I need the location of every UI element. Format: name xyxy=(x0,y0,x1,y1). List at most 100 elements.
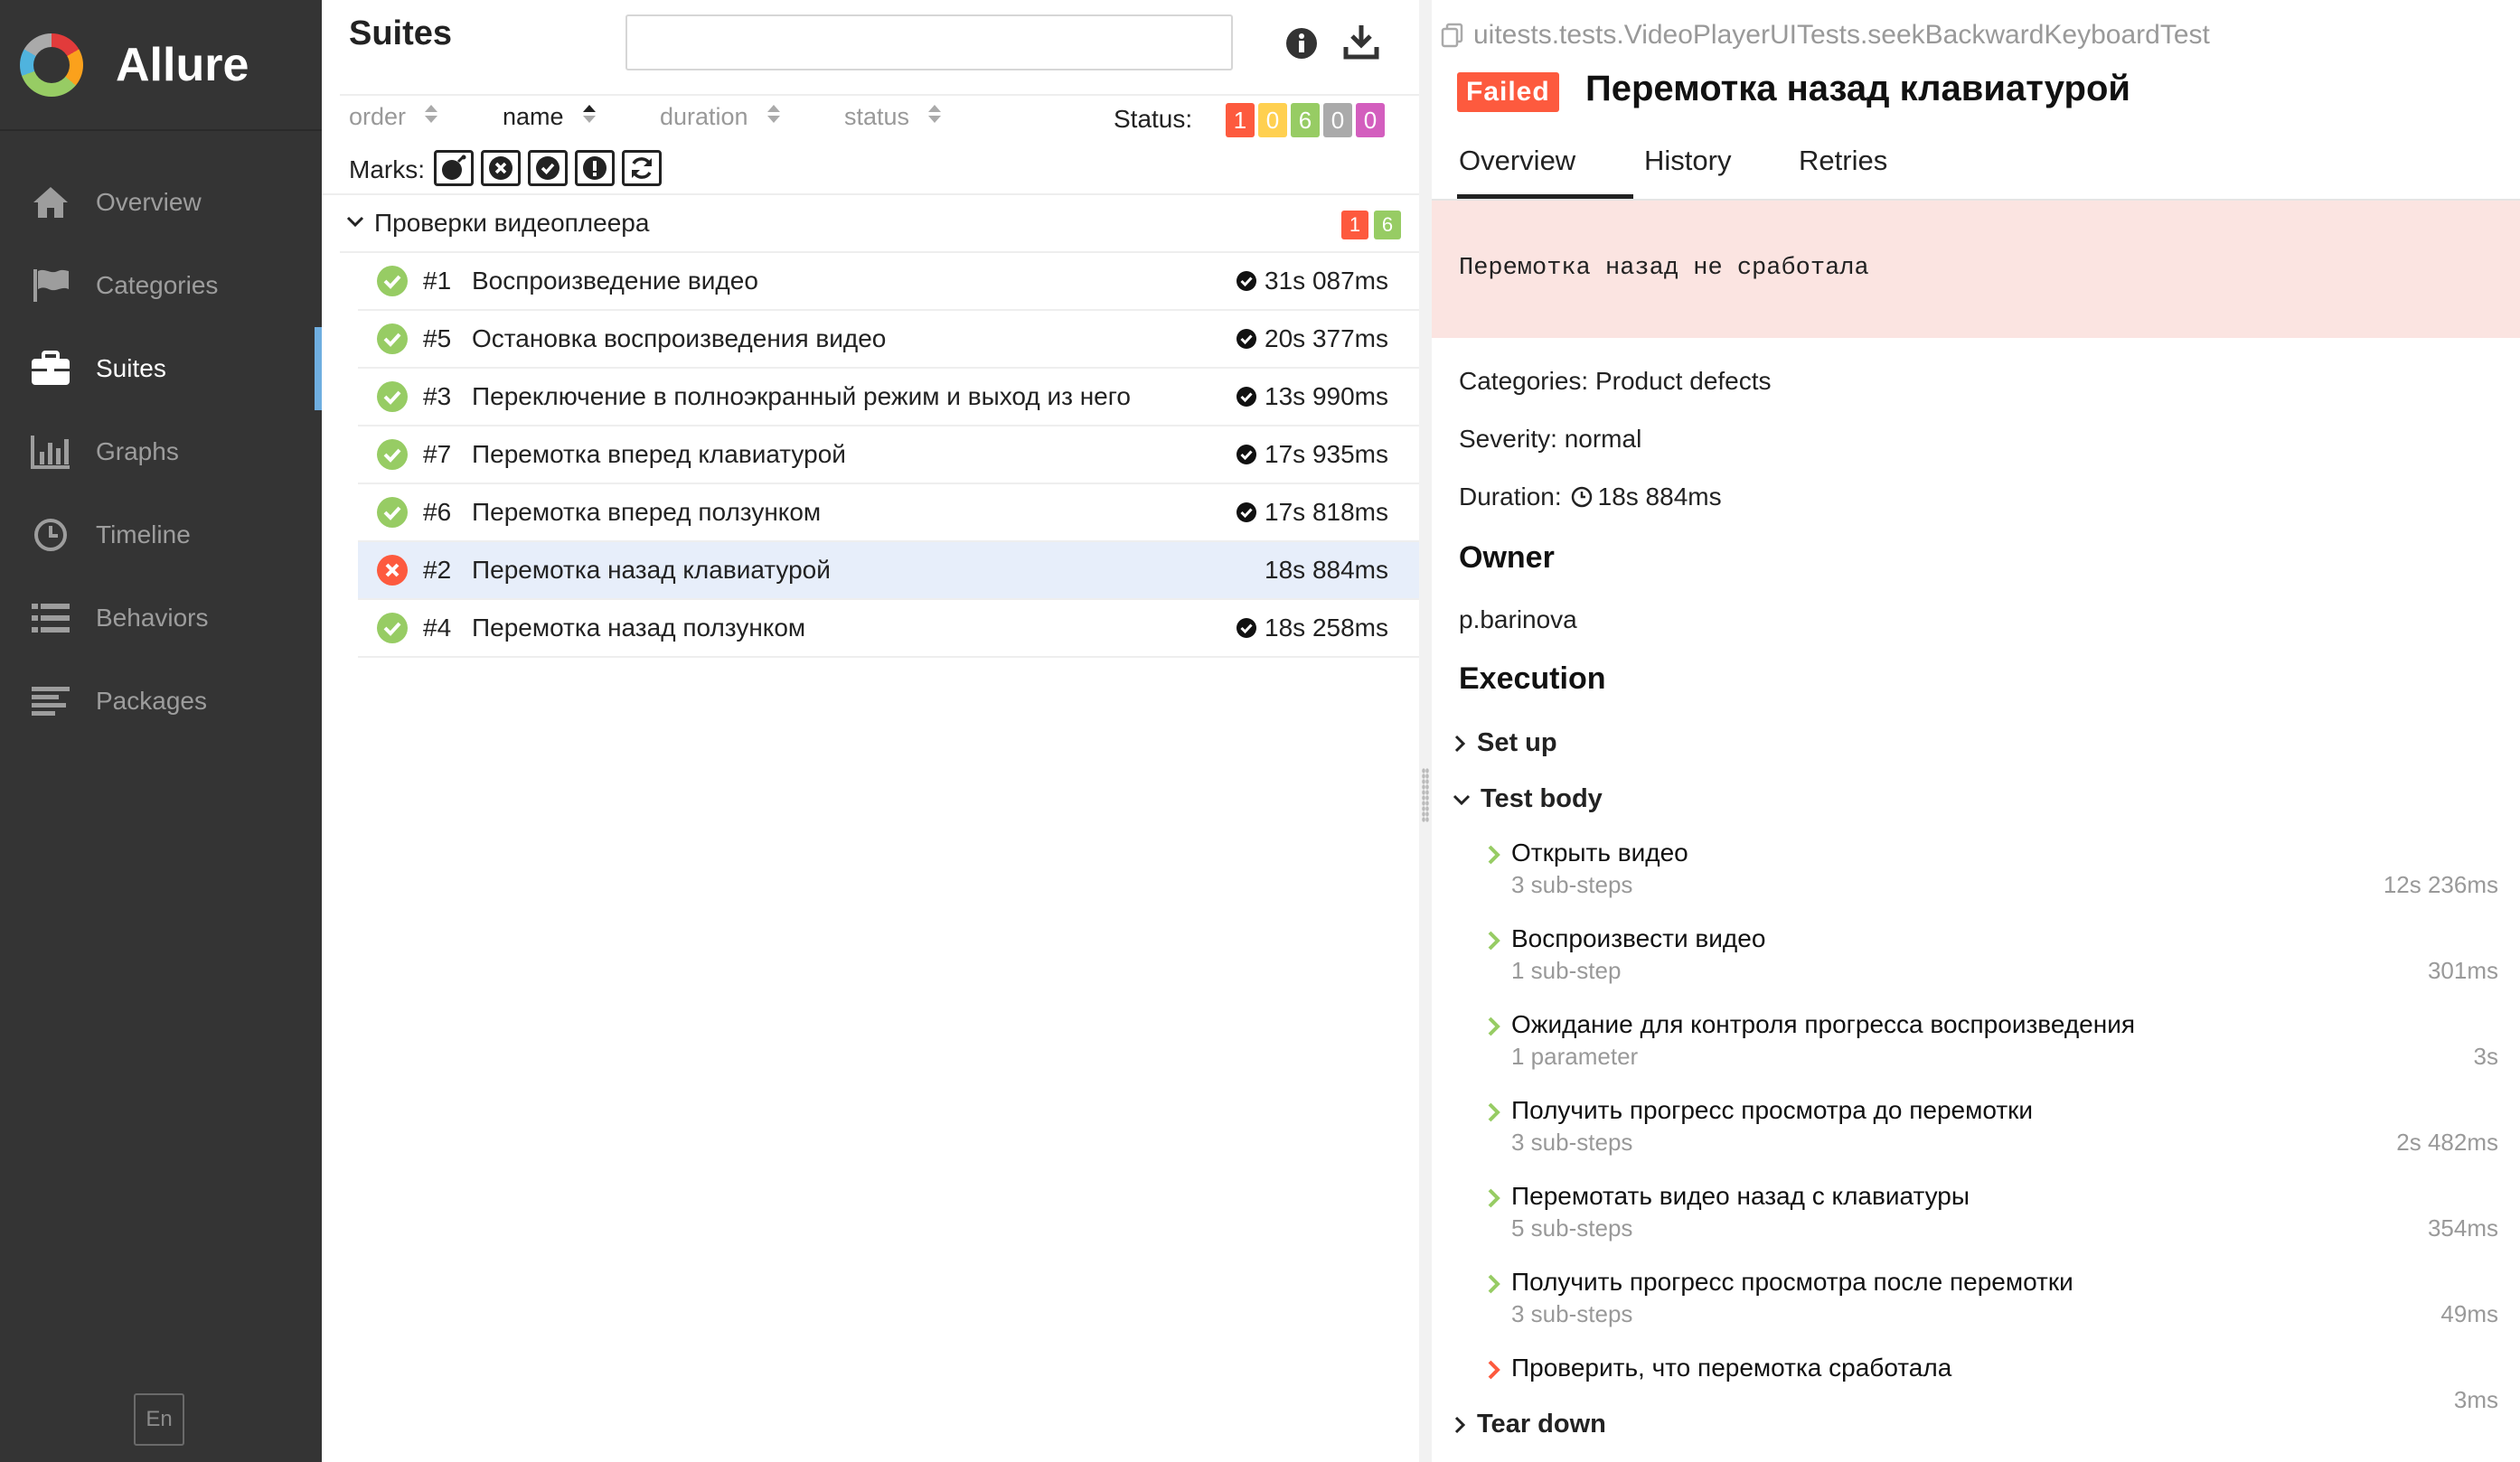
nav-item-label: Timeline xyxy=(96,520,191,548)
test-body-stage[interactable]: Test body xyxy=(1452,784,1603,814)
bar-chart-icon xyxy=(29,430,72,473)
execution-step-failed[interactable]: Проверить, что перемотка сработала 3ms xyxy=(1486,1354,2498,1435)
duration-info: Duration: 18s 884ms xyxy=(1459,483,1722,511)
execution-step[interactable]: Перемотать видео назад с клавиатуры 5 su… xyxy=(1486,1182,2498,1263)
test-number: #3 xyxy=(423,382,452,410)
chevron-right-icon xyxy=(1488,1017,1500,1036)
failed-status-icon xyxy=(377,555,408,586)
categories-info: Categories: Product defects xyxy=(1459,367,1772,395)
execution-step[interactable]: Ожидание для контроля прогресса воспроиз… xyxy=(1486,1010,2498,1092)
chevron-down-icon xyxy=(345,209,365,238)
nav-item-suites[interactable]: Suites xyxy=(0,327,322,410)
check-circle-icon xyxy=(536,156,559,180)
execution-step[interactable]: Получить прогресс просмотра после перемо… xyxy=(1486,1268,2498,1349)
test-row[interactable]: #4 Перемотка назад ползунком 18s 258ms xyxy=(358,600,1419,658)
nav-item-label: Categories xyxy=(96,271,219,299)
mark-new-broken-button[interactable] xyxy=(575,150,615,186)
chevron-right-icon xyxy=(1488,1274,1500,1294)
test-number: #1 xyxy=(423,267,452,295)
check-circle-icon xyxy=(1236,502,1257,522)
test-row[interactable]: #3 Переключение в полноэкранный режим и … xyxy=(358,369,1419,426)
test-duration: 18s 258ms xyxy=(1236,614,1388,642)
clock-icon xyxy=(29,513,72,557)
chevron-down-icon xyxy=(1453,794,1471,805)
sort-by-name-button[interactable]: name xyxy=(503,103,597,131)
language-switch-button[interactable]: En xyxy=(134,1393,184,1446)
test-row[interactable]: #1 Воспроизведение видео 31s 087ms xyxy=(358,253,1419,311)
copy-icon xyxy=(1441,23,1463,48)
owner-value: p.barinova xyxy=(1459,605,1577,633)
exclamation-circle-icon xyxy=(583,156,606,180)
chevron-right-icon xyxy=(1488,931,1500,951)
drag-handle-icon xyxy=(1422,768,1429,822)
pane-title: Suites xyxy=(349,14,453,52)
test-row[interactable]: #5 Остановка воспроизведения видео 20s 3… xyxy=(358,311,1419,369)
passed-status-icon xyxy=(377,323,408,354)
nav-item-categories[interactable]: Categories xyxy=(0,244,322,327)
execution-heading: Execution xyxy=(1459,661,1606,696)
test-number: #2 xyxy=(423,556,452,584)
sort-by-status-button[interactable]: status xyxy=(844,103,942,131)
info-icon[interactable] xyxy=(1285,27,1318,64)
test-duration: 20s 377ms xyxy=(1236,324,1388,353)
suite-group-row[interactable]: Проверки видеоплеера 1 6 xyxy=(340,195,1419,253)
test-row-selected[interactable]: #2 Перемотка назад клавиатурой 18s 884ms xyxy=(358,542,1419,600)
mark-retries-button[interactable] xyxy=(622,150,662,186)
nav-item-behaviors[interactable]: Behaviors xyxy=(0,576,322,660)
nav-item-graphs[interactable]: Graphs xyxy=(0,410,322,493)
status-filter-failed[interactable]: 1 xyxy=(1226,103,1255,137)
suite-group-name: Проверки видеоплеера xyxy=(374,209,650,237)
tab-history[interactable]: History xyxy=(1644,145,1731,199)
test-detail-pane: uitests.tests.VideoPlayerUITests.seekBac… xyxy=(1432,0,2520,1462)
nav-item-timeline[interactable]: Timeline xyxy=(0,493,322,576)
check-circle-icon xyxy=(1236,329,1257,349)
status-filter-broken[interactable]: 0 xyxy=(1258,103,1287,137)
check-circle-icon xyxy=(1236,618,1257,638)
bomb-icon xyxy=(442,155,466,180)
nav-item-packages[interactable]: Packages xyxy=(0,660,322,743)
sort-by-order-button[interactable]: order xyxy=(349,103,438,131)
group-passed-count: 6 xyxy=(1374,211,1401,239)
sort-asc-icon xyxy=(582,103,597,131)
setup-stage[interactable]: Set up xyxy=(1452,728,1557,758)
test-row[interactable]: #7 Перемотка вперед клавиатурой 17s 935m… xyxy=(358,426,1419,484)
sort-icon xyxy=(766,103,781,131)
flag-icon xyxy=(29,264,72,307)
passed-status-icon xyxy=(377,266,408,296)
pane-splitter[interactable] xyxy=(1419,0,1432,1462)
status-filter-label: Status: xyxy=(1114,105,1193,133)
mark-flaky-button[interactable] xyxy=(434,150,474,186)
suites-pane: Suites order name duration status Status… xyxy=(322,0,1419,1462)
status-badge: Failed xyxy=(1457,72,1559,112)
test-row[interactable]: #6 Перемотка вперед ползунком 17s 818ms xyxy=(358,484,1419,542)
mark-new-passed-button[interactable] xyxy=(528,150,568,186)
mark-new-failed-button[interactable] xyxy=(481,150,521,186)
status-filter-unknown[interactable]: 0 xyxy=(1356,103,1385,137)
tab-overview[interactable]: Overview xyxy=(1456,145,1634,199)
sort-label: order xyxy=(349,103,407,130)
passed-status-icon xyxy=(377,613,408,643)
tab-retries[interactable]: Retries xyxy=(1799,145,1887,199)
owner-heading: Owner xyxy=(1459,540,1555,575)
teardown-stage[interactable]: Tear down xyxy=(1452,1410,1606,1439)
brand[interactable]: Allure xyxy=(0,0,322,131)
error-message: Перемотка назад не сработала xyxy=(1459,255,1869,282)
execution-step[interactable]: Получить прогресс просмотра до перемотки… xyxy=(1486,1096,2498,1177)
status-filter-passed[interactable]: 6 xyxy=(1291,103,1320,137)
check-circle-icon xyxy=(1236,271,1257,291)
execution-step[interactable]: Открыть видео 3 sub-steps 12s 236ms xyxy=(1486,839,2498,920)
test-full-name[interactable]: uitests.tests.VideoPlayerUITests.seekBac… xyxy=(1439,20,2210,51)
download-icon[interactable] xyxy=(1343,23,1379,64)
nav-item-label: Suites xyxy=(96,354,166,382)
check-circle-icon xyxy=(1236,445,1257,464)
severity-info: Severity: normal xyxy=(1459,425,1642,453)
execution-step[interactable]: Воспроизвести видео 1 sub-step 301ms xyxy=(1486,924,2498,1006)
times-circle-icon xyxy=(489,156,512,180)
search-input[interactable] xyxy=(625,14,1233,70)
sort-by-duration-button[interactable]: duration xyxy=(660,103,781,131)
test-duration: 31s 087ms xyxy=(1236,267,1388,295)
status-filter-skipped[interactable]: 0 xyxy=(1323,103,1352,137)
nav-item-overview[interactable]: Overview xyxy=(0,161,322,244)
briefcase-icon xyxy=(29,347,72,390)
divider xyxy=(340,94,1419,96)
